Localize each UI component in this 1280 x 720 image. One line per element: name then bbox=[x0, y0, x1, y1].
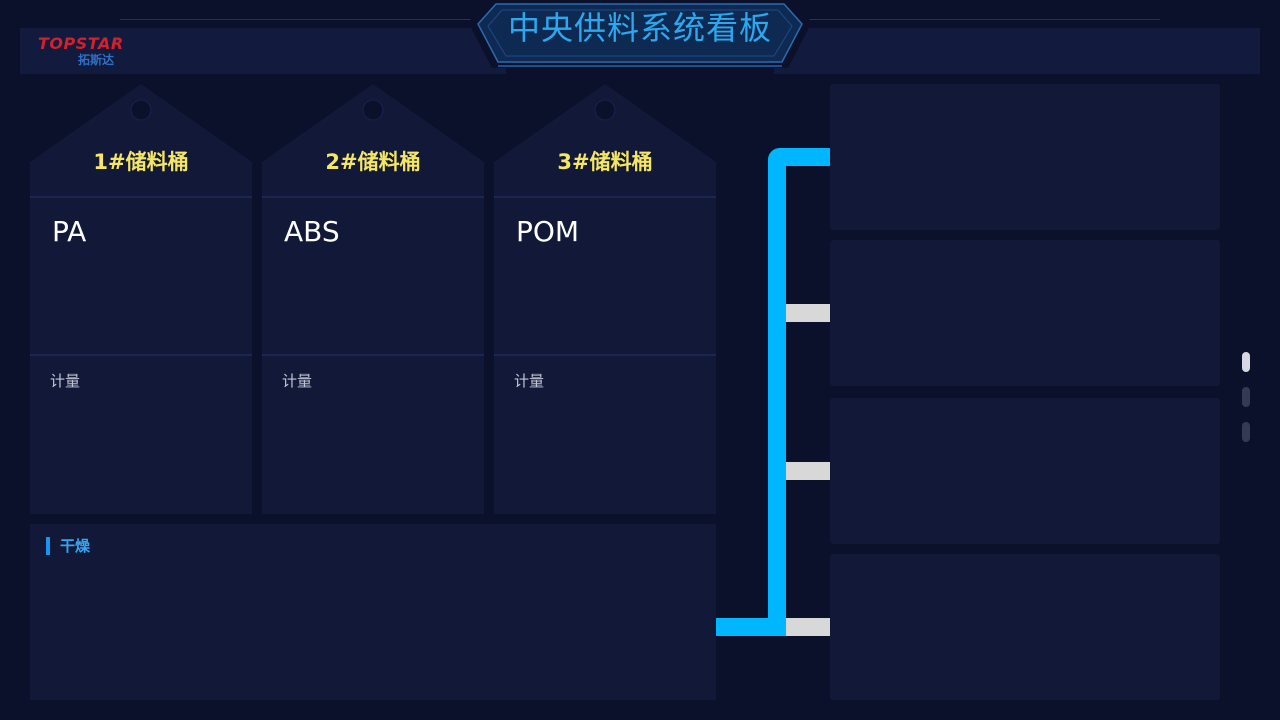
station-panel-1[interactable] bbox=[830, 84, 1220, 230]
tank-card-1[interactable]: 1#储料桶 PA 计量 bbox=[30, 84, 252, 514]
station-panel-2[interactable] bbox=[830, 240, 1220, 386]
logo-text-cn: 拓斯达 bbox=[78, 53, 115, 67]
pipe-main-riser bbox=[768, 148, 786, 636]
valve-branch-4 bbox=[786, 618, 830, 636]
tank-title: 1#储料桶 bbox=[93, 150, 189, 174]
tank-material: POM bbox=[516, 215, 580, 248]
header-bar-right bbox=[774, 28, 1260, 74]
tank-material: PA bbox=[52, 215, 87, 248]
station-panel-3[interactable] bbox=[830, 398, 1220, 544]
page-dot-3[interactable] bbox=[1242, 422, 1250, 442]
header-divider-right bbox=[804, 19, 1160, 20]
tank-metric-label: 计量 bbox=[282, 372, 313, 390]
dryer-label: 干燥 bbox=[46, 537, 90, 555]
page-dot-1[interactable] bbox=[1242, 352, 1250, 372]
tank-title: 3#储料桶 bbox=[557, 150, 653, 174]
header-divider-left bbox=[120, 19, 476, 20]
pipe-branch-1 bbox=[768, 148, 830, 166]
tank-material: ABS bbox=[284, 215, 340, 248]
page-title: 中央供料系统看板 bbox=[507, 9, 772, 47]
dashboard-screen: 中央供料系统看板 TOPSTAR 拓斯达 1#储料桶 PA 计量 2#储料桶 A… bbox=[0, 0, 1280, 720]
station-panel-4[interactable] bbox=[830, 554, 1220, 700]
valve-branch-2 bbox=[786, 304, 830, 322]
tank-card-3[interactable]: 3#储料桶 POM 计量 bbox=[494, 84, 716, 514]
tank-metric-label: 计量 bbox=[514, 372, 545, 390]
tank-metric-label: 计量 bbox=[50, 372, 81, 390]
tank-title: 2#储料桶 bbox=[325, 150, 421, 174]
tank-card-2[interactable]: 2#储料桶 ABS 计量 bbox=[262, 84, 484, 514]
valve-branch-3 bbox=[786, 462, 830, 480]
brand-logo: TOPSTAR 拓斯达 bbox=[38, 33, 148, 67]
page-dot-2[interactable] bbox=[1242, 387, 1250, 407]
dryer-panel[interactable]: 干燥 bbox=[30, 524, 716, 700]
